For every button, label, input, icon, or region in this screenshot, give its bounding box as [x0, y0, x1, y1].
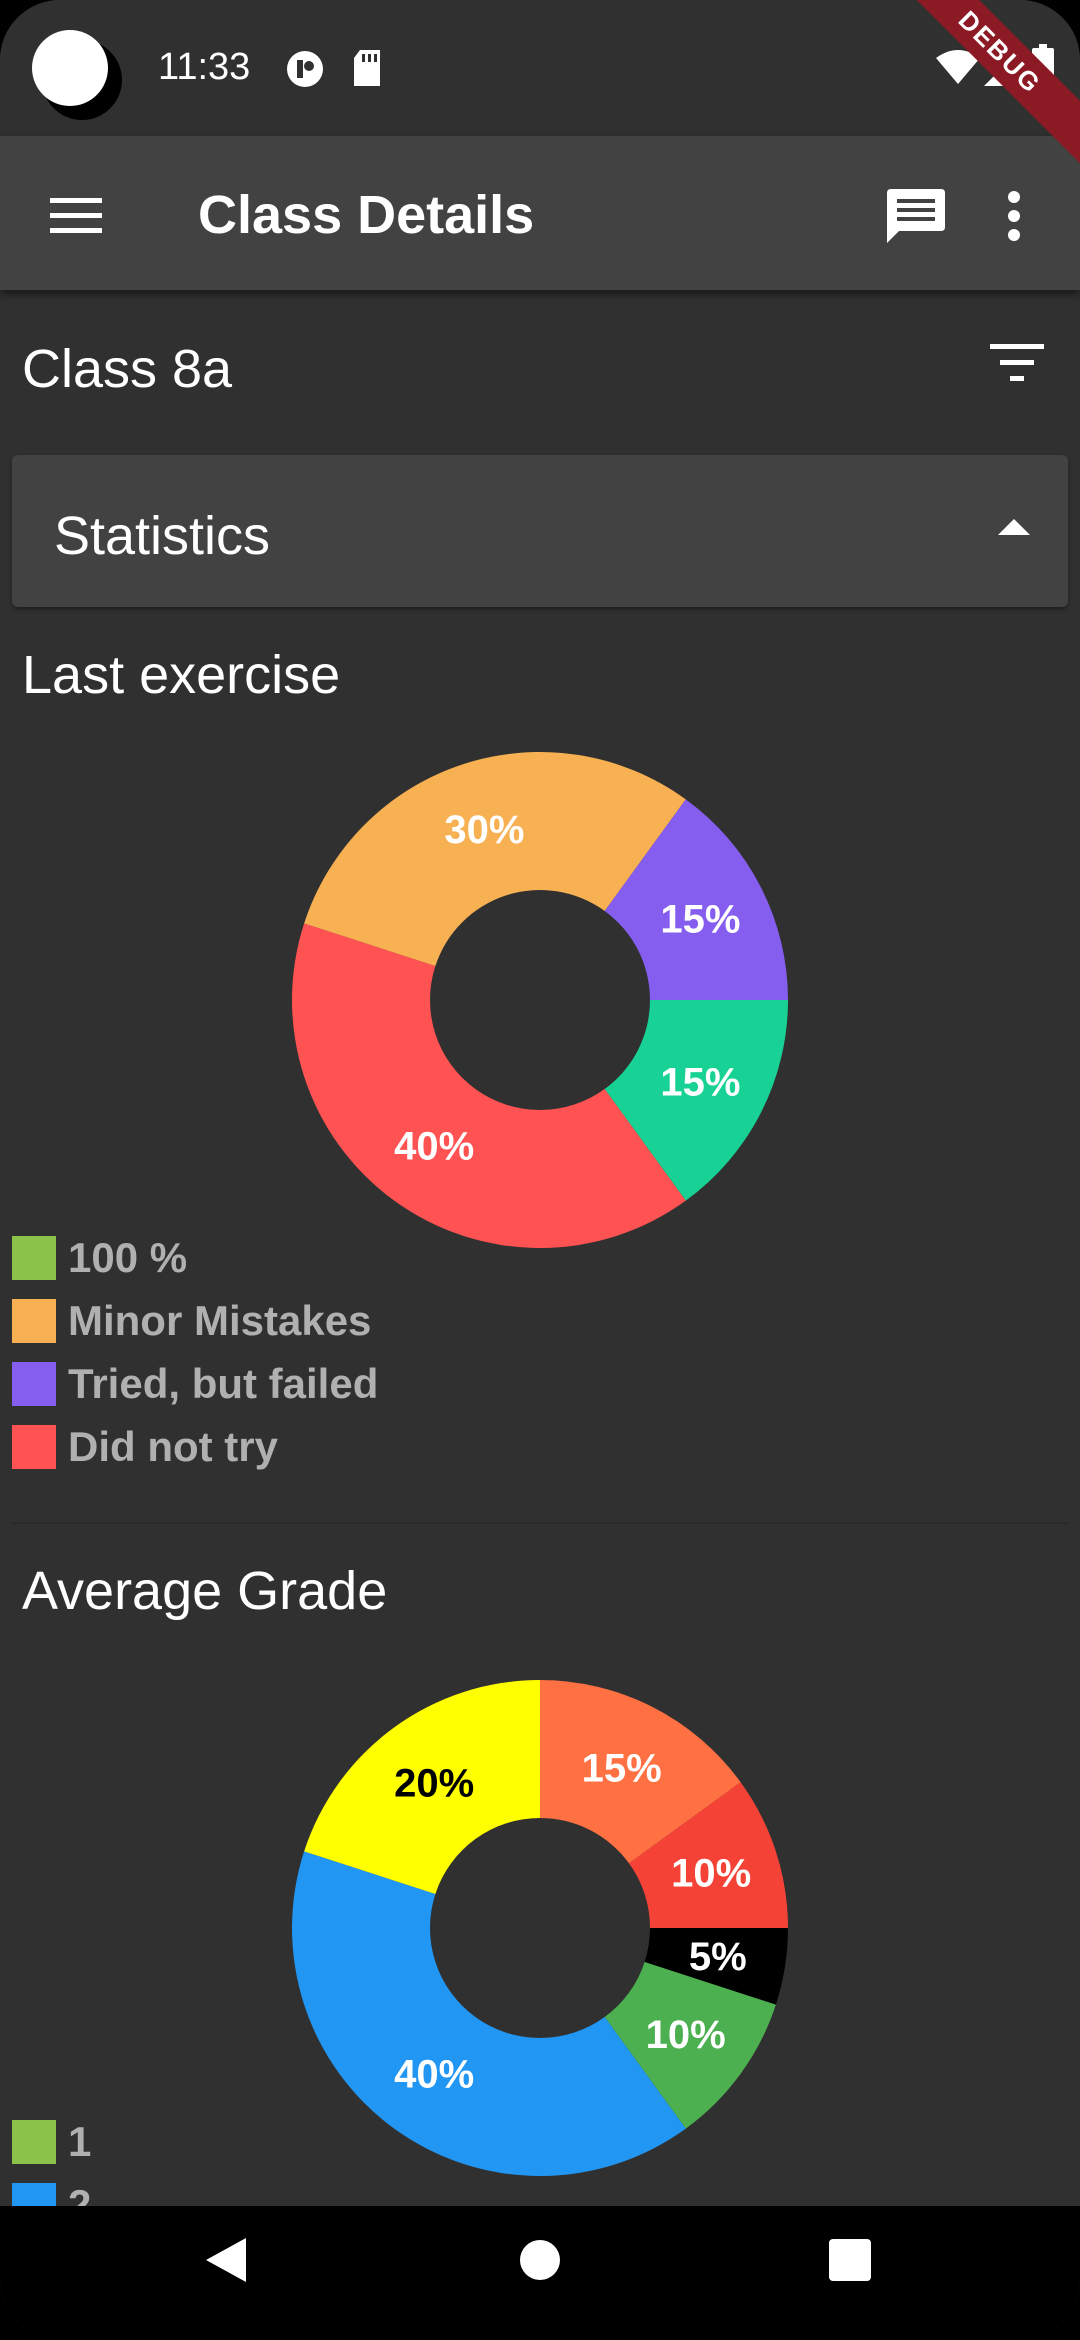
slice-label: 10%: [671, 1851, 751, 1895]
slice-label: 15%: [660, 1061, 740, 1105]
chat-button[interactable]: [876, 176, 956, 256]
slice-label: 10%: [646, 2013, 726, 2057]
average-grade-donut-chart: 5% 10% 40% 20% 15% 10%: [292, 1680, 788, 2176]
app-notification-icon: [287, 51, 323, 87]
sd-card-icon: [354, 50, 380, 86]
back-button[interactable]: [196, 2230, 256, 2290]
legend-item: 100 %: [12, 1226, 378, 1289]
page-title: Class Details: [198, 185, 535, 245]
legend-label: Did not try: [68, 1422, 278, 1470]
slice-label: 40%: [394, 2053, 474, 2097]
system-navigation-bar: [0, 2206, 1080, 2340]
last-exercise-donut-chart: 15% 40% 30% 15%: [292, 752, 788, 1248]
chart-title-average-grade: Average Grade: [22, 1561, 388, 1621]
filter-icon: [990, 344, 1044, 381]
slice-label: 20%: [394, 1761, 474, 1805]
legend-swatch: [12, 1424, 56, 1469]
statistics-label: Statistics: [54, 506, 271, 566]
collapse-caret-icon[interactable]: [998, 519, 1030, 535]
app-bar: Class Details: [0, 136, 1080, 290]
last-exercise-legend: 100 % Minor Mistakes Tried, but failed Did …: [12, 1226, 378, 1478]
slice-label: 15%: [582, 1747, 662, 1791]
class-name: Class 8a: [22, 339, 233, 399]
legend-swatch: [12, 1298, 56, 1343]
camera-cutout: [32, 30, 122, 120]
home-icon: [520, 2240, 560, 2280]
legend-label: 100 %: [68, 1233, 188, 1281]
legend-item: 1: [12, 2110, 91, 2173]
more-vert-icon: [1008, 191, 1020, 241]
app-screen: 11:33 Class Details Class 8a Statistics …: [0, 0, 1080, 2340]
recents-icon: [829, 2239, 871, 2281]
legend-swatch: [12, 1235, 56, 1280]
status-time: 11:33: [158, 46, 251, 88]
status-bar: 11:33: [0, 0, 1080, 136]
legend-item: Did not try: [12, 1415, 378, 1478]
slice-label: 5%: [689, 1935, 747, 1979]
filter-button[interactable]: [990, 344, 1050, 394]
legend-swatch: [12, 1361, 56, 1406]
slice-label: 15%: [660, 897, 740, 941]
legend-label: 1: [68, 2117, 92, 2165]
legend-item: Minor Mistakes: [12, 1289, 378, 1352]
section-divider: [12, 1522, 1068, 1524]
legend-swatch: [12, 2119, 56, 2164]
chat-icon: [887, 189, 945, 243]
chart-title-last-exercise: Last exercise: [22, 645, 341, 705]
legend-label: Tried, but failed: [68, 1359, 379, 1407]
slice-label: 30%: [444, 808, 524, 852]
menu-icon: [50, 198, 102, 233]
recents-button[interactable]: [820, 2230, 880, 2290]
legend-label: Minor Mistakes: [68, 1296, 372, 1344]
home-button[interactable]: [510, 2230, 570, 2290]
menu-button[interactable]: [36, 176, 116, 256]
legend-item: Tried, but failed: [12, 1352, 378, 1415]
back-icon: [206, 2238, 246, 2282]
slice-label: 40%: [394, 1125, 474, 1169]
more-options-button[interactable]: [994, 176, 1034, 256]
statistics-panel-header[interactable]: Statistics: [12, 455, 1068, 607]
